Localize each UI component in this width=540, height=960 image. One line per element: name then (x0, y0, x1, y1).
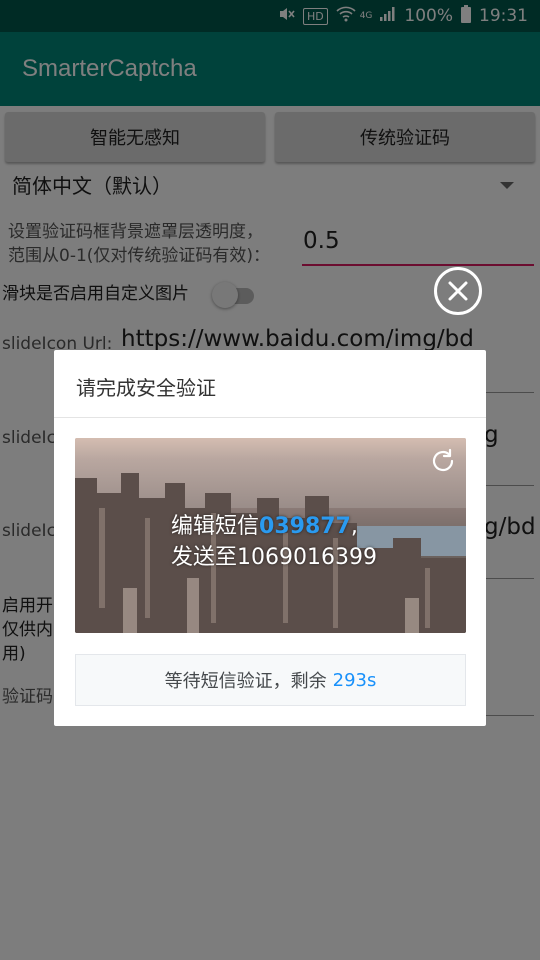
countdown-timer: 293s (332, 669, 377, 691)
dialog-title: 请完成安全验证 (76, 376, 216, 400)
sms-status-box: 等待短信验证，剩余 293s (75, 654, 466, 706)
sms-code: 039877 (259, 514, 351, 539)
captcha-image: 编辑短信039877, 发送至1069016399 (75, 438, 466, 633)
sms-instruction-line1: 编辑短信039877, (171, 508, 358, 540)
refresh-icon (432, 448, 454, 472)
close-button[interactable] (434, 267, 482, 315)
sms-prefix: 编辑短信 (171, 514, 260, 539)
close-icon (448, 281, 468, 301)
dialog-divider (54, 417, 486, 418)
waiting-text: 等待短信验证，剩余 (164, 671, 327, 692)
captcha-dialog: 请完成安全验证 编辑短信039877, 发送至1069016399 等待短信验证… (54, 350, 486, 726)
sms-comma: , (350, 514, 358, 539)
sms-instruction-line2: 发送至1069016399 (171, 545, 377, 570)
refresh-button[interactable] (428, 446, 458, 480)
